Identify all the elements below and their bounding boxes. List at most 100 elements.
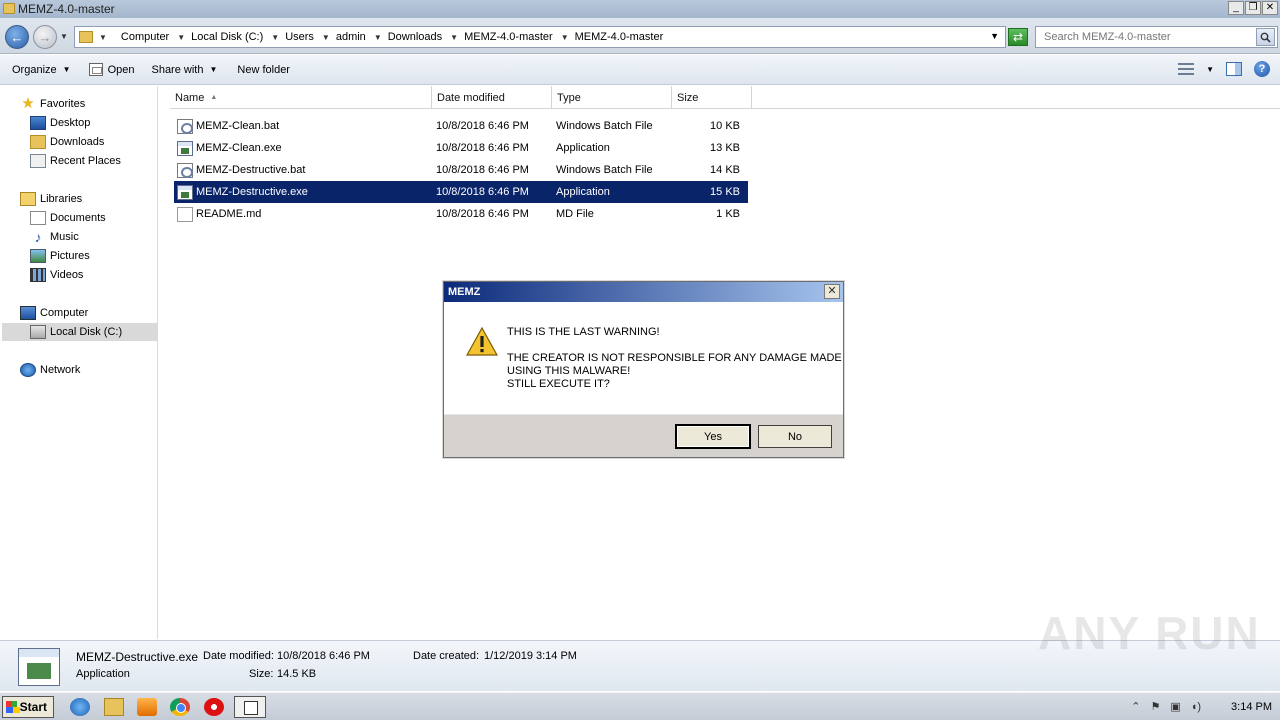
chevron-down-icon: ▼ (271, 32, 280, 42)
file-size: 10 KB (710, 120, 740, 132)
nav-desktop[interactable]: Desktop (30, 114, 90, 132)
breadcrumb-computer[interactable]: Computer (121, 31, 169, 43)
window-title-bar[interactable]: MEMZ-4.0-master _ ❐ ✕ (0, 0, 1280, 18)
network-status-icon[interactable]: ▣ (1170, 700, 1180, 713)
nav-label: Music (50, 231, 79, 243)
nav-favorites[interactable]: ★ Favorites (20, 95, 85, 113)
text-file-icon (177, 206, 193, 222)
details-created-label: Date created: (413, 650, 480, 662)
nav-downloads[interactable]: Downloads (30, 133, 104, 151)
nav-label: Computer (40, 307, 89, 319)
action-center-flag-icon[interactable]: ⚑ (1150, 700, 1160, 713)
nav-local-disk[interactable]: Local Disk (C:) (2, 323, 157, 341)
refresh-button[interactable]: ⇄ (1008, 28, 1028, 46)
dialog-close-button[interactable]: ✕ (824, 284, 840, 299)
file-name-cell: MEMZ-Clean.exe (174, 140, 432, 156)
details-size-value: 14.5 KB (277, 668, 317, 680)
anyrun-watermark: ANY RUN (1038, 607, 1261, 659)
file-name-cell: MEMZ-Clean.bat (174, 118, 432, 134)
show-hidden-icons-icon[interactable]: ⌃ (1131, 700, 1140, 713)
close-button[interactable]: ✕ (1262, 1, 1278, 15)
internet-explorer-icon[interactable] (70, 698, 90, 716)
file-row-selected[interactable]: MEMZ-Destructive.exe 10/8/2018 6:46 PM A… (174, 181, 748, 203)
breadcrumb-root[interactable]: ▼ (99, 33, 113, 42)
address-bar[interactable]: ▼ Computer ▼ Local Disk (C:) ▼ Users ▼ admi… (74, 26, 1006, 48)
downloads-folder-icon (30, 135, 46, 149)
breadcrumb-users[interactable]: ▼ Users (271, 31, 314, 43)
file-row[interactable]: README.md 10/8/2018 6:46 PM MD File 1 KB (174, 203, 748, 225)
breadcrumb-label: MEMZ-4.0-master (574, 31, 664, 43)
no-button[interactable]: No (758, 425, 832, 448)
dialog-message: THIS IS THE LAST WARNING! THE CREATOR IS… (507, 326, 842, 391)
restore-button[interactable]: ❐ (1245, 1, 1261, 15)
column-header-name[interactable]: Name ▲ (170, 86, 432, 109)
command-bar: Organize ▼ Open Share with ▼ New folder ▼ … (0, 55, 1280, 85)
nav-label: Videos (50, 269, 84, 281)
nav-label: Pictures (50, 250, 90, 262)
chevron-down-icon[interactable]: ▼ (1206, 65, 1214, 74)
search-icon[interactable] (1256, 28, 1275, 46)
column-header-date[interactable]: Date modified (432, 86, 552, 109)
dialog-message-line: THE CREATOR IS NOT RESPONSIBLE FOR ANY D… (507, 352, 842, 364)
file-row[interactable]: MEMZ-Clean.exe 10/8/2018 6:46 PM Applica… (174, 137, 748, 159)
file-size: 1 KB (716, 208, 740, 220)
nav-videos[interactable]: Videos (30, 266, 83, 284)
search-input[interactable] (1042, 30, 1252, 44)
organize-button[interactable]: Organize ▼ (12, 64, 71, 76)
batch-file-icon (177, 118, 193, 134)
breadcrumb-memz-parent[interactable]: ▼ MEMZ-4.0-master (450, 31, 553, 43)
preview-pane-icon[interactable] (1226, 62, 1242, 76)
dialog-title-bar[interactable]: MEMZ ✕ (444, 282, 843, 302)
nav-network[interactable]: Network (20, 361, 80, 379)
memz-taskbar-button[interactable] (234, 696, 266, 718)
search-box[interactable] (1035, 26, 1278, 48)
nav-pictures[interactable]: Pictures (30, 247, 90, 265)
file-date: 10/8/2018 6:46 PM (436, 208, 529, 220)
clock[interactable]: 3:14 PM (1231, 701, 1272, 713)
memz-warning-dialog: MEMZ ✕ THIS IS THE LAST WARNING! THE CRE… (443, 281, 844, 458)
file-row[interactable]: MEMZ-Destructive.bat 10/8/2018 6:46 PM W… (174, 159, 748, 181)
nav-music[interactable]: ♪ Music (30, 228, 79, 246)
details-created-value: 1/12/2019 3:14 PM (484, 650, 577, 662)
arrow-left-icon: ← (10, 29, 24, 45)
details-filetype: Application (76, 668, 130, 680)
address-history-dropdown[interactable]: ▼ (990, 31, 999, 41)
breadcrumb-label: Local Disk (C:) (191, 31, 264, 43)
yes-button[interactable]: Yes (675, 424, 751, 449)
media-player-icon[interactable] (137, 698, 157, 716)
share-with-button[interactable]: Share with ▼ (151, 64, 217, 76)
file-name: MEMZ-Destructive.bat (196, 164, 306, 176)
forward-button[interactable]: → (33, 25, 57, 49)
start-button[interactable]: Start (2, 696, 54, 718)
nav-documents[interactable]: Documents (30, 209, 106, 227)
breadcrumb-downloads[interactable]: ▼ Downloads (374, 31, 442, 43)
desktop-icon (30, 116, 46, 130)
nav-recent-places[interactable]: Recent Places (30, 152, 121, 170)
nav-libraries[interactable]: Libraries (20, 190, 82, 208)
breadcrumb-label: MEMZ-4.0-master (464, 31, 553, 43)
new-folder-button[interactable]: New folder (237, 64, 290, 76)
column-label: Date modified (437, 91, 505, 104)
help-icon[interactable]: ? (1254, 61, 1270, 77)
back-button[interactable]: ← (5, 25, 29, 49)
breadcrumb-admin[interactable]: ▼ admin (322, 31, 366, 43)
volume-icon[interactable]: ◖) (1191, 701, 1201, 713)
recent-pages-dropdown[interactable]: ▼ (60, 32, 68, 41)
breadcrumb-local-disk[interactable]: ▼ Local Disk (C:) (177, 31, 263, 43)
column-header-type[interactable]: Type (552, 86, 672, 109)
file-row[interactable]: MEMZ-Clean.bat 10/8/2018 6:46 PM Windows… (174, 115, 748, 137)
nav-computer[interactable]: Computer (20, 304, 88, 322)
file-explorer-icon[interactable] (104, 698, 124, 716)
column-header-size[interactable]: Size (672, 86, 752, 109)
minimize-button[interactable]: _ (1228, 1, 1244, 15)
opera-icon[interactable] (204, 698, 224, 716)
change-view-icon[interactable] (1178, 63, 1195, 75)
chrome-icon[interactable] (170, 698, 190, 716)
open-button[interactable]: Open (88, 63, 134, 76)
nav-label: Network (40, 364, 81, 376)
breadcrumb-memz-current[interactable]: ▼ MEMZ-4.0-master (561, 31, 664, 43)
details-modified-value: 10/8/2018 6:46 PM (277, 650, 370, 662)
chevron-down-icon: ▼ (450, 32, 459, 42)
nav-label: Documents (50, 212, 106, 224)
chevron-down-icon: ▼ (177, 32, 186, 42)
